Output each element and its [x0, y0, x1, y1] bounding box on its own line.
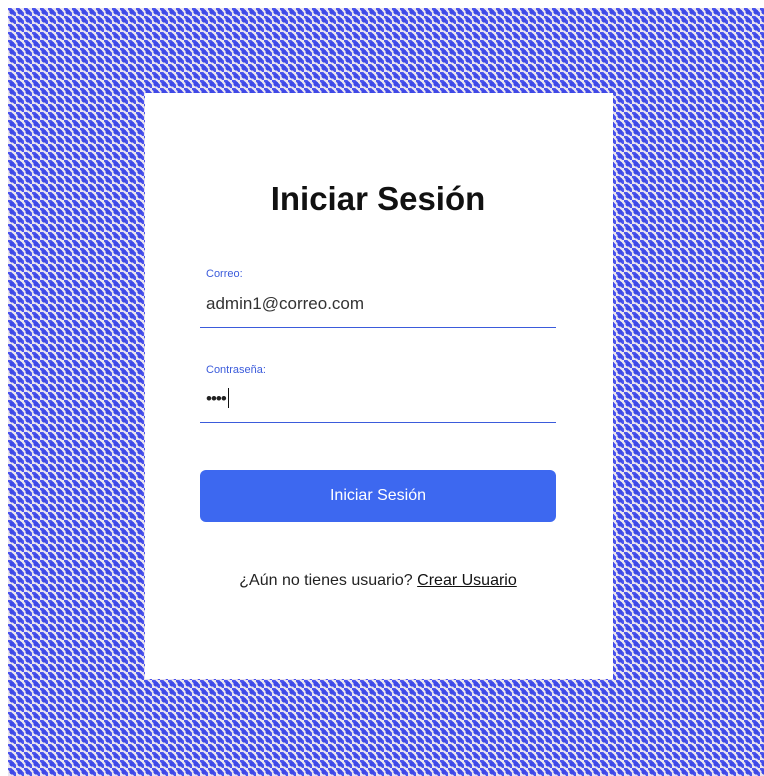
password-masked-value: ••••	[206, 389, 227, 408]
email-input[interactable]: admin1@correo.com	[206, 294, 364, 314]
password-input[interactable]: ••••	[206, 388, 229, 409]
password-label: Contraseña:	[206, 364, 266, 376]
page-title: Iniciar Sesión	[270, 180, 486, 217]
login-button[interactable]: Iniciar Sesión	[200, 470, 556, 522]
email-field[interactable]: Correo: admin1@correo.com	[200, 268, 556, 328]
signup-row: ¿Aún no tienes usuario? Crear Usuario	[0, 572, 756, 590]
password-field[interactable]: Contraseña: ••••	[200, 364, 556, 423]
email-label: Correo:	[206, 268, 243, 280]
signup-prompt: ¿Aún no tienes usuario?	[239, 572, 413, 589]
create-user-link[interactable]: Crear Usuario	[417, 572, 517, 589]
text-caret	[227, 388, 229, 408]
